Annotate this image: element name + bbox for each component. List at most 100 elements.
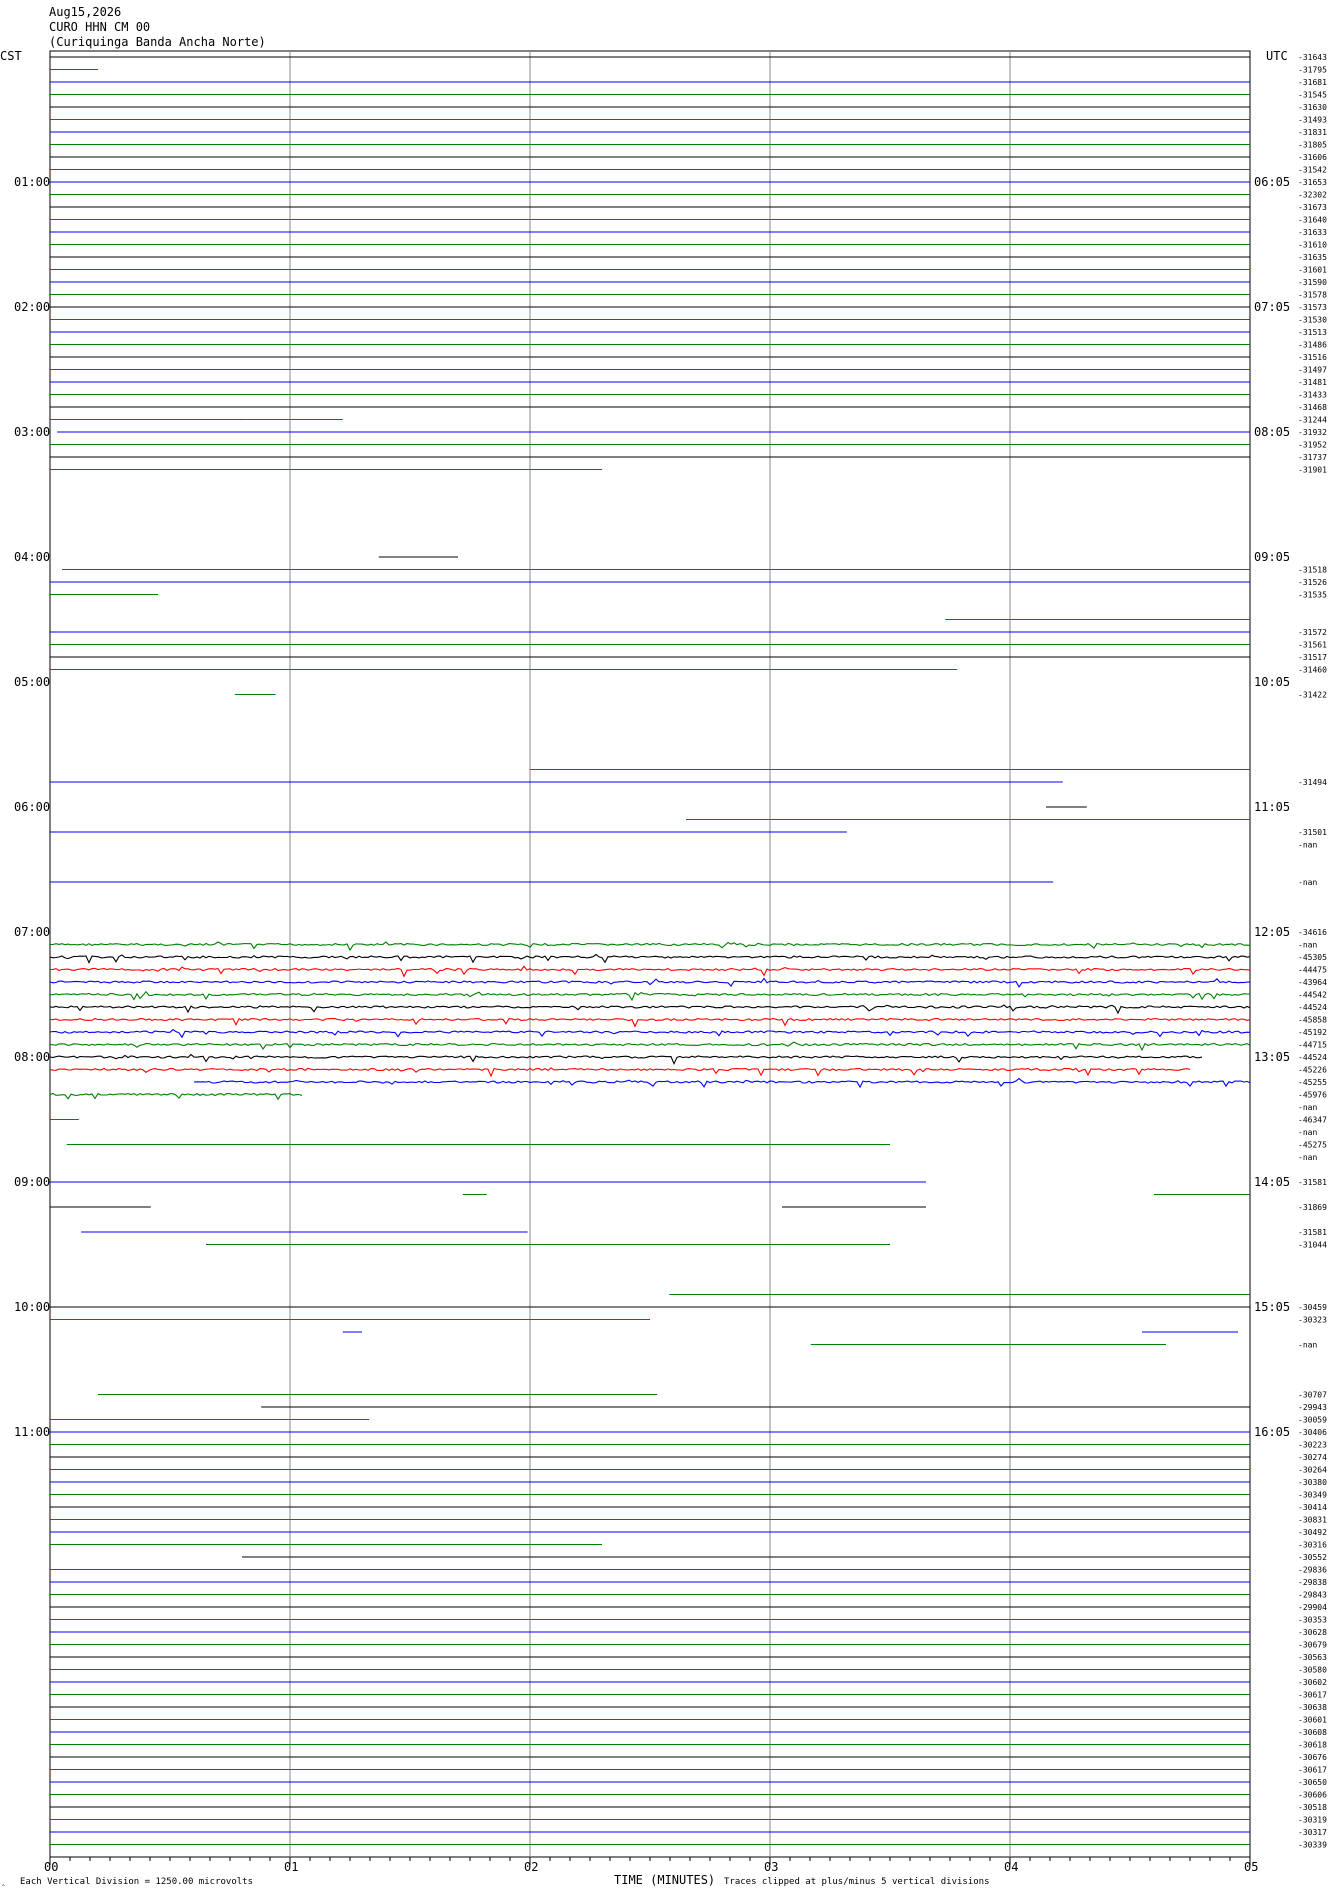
trace-value-label: -31542 [1298,166,1327,175]
left-time-label: 11:00 [14,1425,50,1439]
trace-value-label: -30406 [1298,1428,1327,1437]
trace-value-label: -31653 [1298,178,1327,187]
trace-value-label: -31831 [1298,128,1327,137]
trace-value-label: -30831 [1298,1516,1327,1525]
trace-value-label: -31517 [1298,653,1327,662]
trace-value-label: -nan [1298,1341,1317,1350]
trace-value-label: -44475 [1298,966,1327,975]
trace-value-label: -31044 [1298,1241,1327,1250]
trace-value-label: -45255 [1298,1078,1327,1087]
trace-value-label: -30459 [1298,1303,1327,1312]
trace-value-label: -30349 [1298,1491,1327,1500]
left-timezone-label: CST [0,49,22,63]
trace-value-label: -31952 [1298,441,1327,450]
trace-value-label: -44715 [1298,1041,1327,1050]
trace-value-label: -30580 [1298,1666,1327,1675]
right-time-labels: 06:05 07:05 08:05 09:05 10:05 11:05 12:05 13:05… [1254,175,1290,1439]
trace-80-seg-0 [49,1053,1203,1066]
trace-value-label: -31493 [1298,116,1327,125]
trace-value-label: -31530 [1298,316,1327,325]
trace-72-seg-0 [49,953,1251,965]
trace-value-label: -31737 [1298,453,1327,462]
helicorder-plot: 01:00 02:00 03:00 04:00 05:00 06:00 07:00 08:00… [0,49,1327,1887]
trace-value-label: -31630 [1298,103,1327,112]
trace-value-label: -34616 [1298,928,1327,937]
plot-frame [49,50,1251,1858]
trace-value-label: -45858 [1298,1016,1327,1025]
trace-value-label: -30059 [1298,1416,1327,1425]
x-tick-label: 02 [524,1860,538,1874]
trace-78-seg-0 [49,1028,1251,1039]
trace-83-seg-0 [49,1092,303,1101]
trace-value-label: -43964 [1298,978,1327,987]
trace-value-label: -30518 [1298,1803,1327,1812]
trace-value-label: -31795 [1298,66,1327,75]
right-time-label: 09:05 [1254,550,1290,564]
trace-value-label: -31606 [1298,153,1327,162]
trace-value-label: -30353 [1298,1616,1327,1625]
trace-value-label: -31422 [1298,691,1327,700]
trace-value-label: -31518 [1298,566,1327,575]
trace-value-label: -31468 [1298,403,1327,412]
trace-value-label: -31572 [1298,628,1327,637]
trace-value-label: -30628 [1298,1628,1327,1637]
trace-value-label: -30608 [1298,1728,1327,1737]
trace-value-labels: -31643 -31795 -31681 -31545 -31630 -31493 -318… [1298,53,1327,1850]
left-time-label: 03:00 [14,425,50,439]
trace-value-label: -30380 [1298,1478,1327,1487]
trace-value-label: -44524 [1298,1003,1327,1012]
trace-value-label: -29836 [1298,1566,1327,1575]
trace-value-label: -30638 [1298,1703,1327,1712]
trace-value-label: -31673 [1298,203,1327,212]
left-time-label: 01:00 [14,175,50,189]
seismic-traces [49,56,1251,1846]
trace-value-label: -30492 [1298,1528,1327,1537]
x-tick-label: 01 [284,1860,298,1874]
trace-value-label: -31535 [1298,591,1327,600]
trace-value-label: -45192 [1298,1028,1327,1037]
right-time-label: 06:05 [1254,175,1290,189]
trace-value-label: -31635 [1298,253,1327,262]
right-time-label: 16:05 [1254,1425,1290,1439]
trace-value-label: -29838 [1298,1578,1327,1587]
trace-value-label: -29943 [1298,1403,1327,1412]
trace-value-label: -30316 [1298,1541,1327,1550]
trace-74-seg-0 [49,977,1251,988]
x-tick-label: 04 [1004,1860,1018,1874]
axis-title: TIME (MINUTES) [614,1873,715,1887]
trace-77-seg-0 [49,1017,1251,1028]
trace-value-label: -30617 [1298,1691,1327,1700]
clip-note: Traces clipped at plus/minus 5 vertical … [724,1877,990,1887]
trace-value-label: -44542 [1298,991,1327,1000]
trace-value-label: -30617 [1298,1766,1327,1775]
left-time-labels: 01:00 02:00 03:00 04:00 05:00 06:00 07:00 08:00… [14,175,50,1439]
trace-value-label: -31573 [1298,303,1327,312]
trace-value-label: -45976 [1298,1091,1327,1100]
right-time-label: 11:05 [1254,800,1290,814]
trace-value-label: -31633 [1298,228,1327,237]
trace-value-label: -31433 [1298,391,1327,400]
left-time-label: 10:00 [14,1300,50,1314]
trace-value-label: -30676 [1298,1753,1327,1762]
trace-value-label: -30323 [1298,1316,1327,1325]
trace-value-label: -31869 [1298,1203,1327,1212]
left-time-label: 04:00 [14,550,50,564]
trace-value-label: -31932 [1298,428,1327,437]
trace-value-label: -nan [1298,841,1317,850]
trace-value-label: -45275 [1298,1141,1327,1150]
right-time-label: 15:05 [1254,1300,1290,1314]
trace-value-label: -31581 [1298,1228,1327,1237]
trace-value-label: -nan [1298,878,1317,887]
x-tick-label: 03 [764,1860,778,1874]
left-time-label: 02:00 [14,300,50,314]
trace-value-label: -31497 [1298,366,1327,375]
left-time-label: 09:00 [14,1175,50,1189]
trace-value-label: -31516 [1298,353,1327,362]
right-time-label: 13:05 [1254,1050,1290,1064]
trace-value-label: -46347 [1298,1116,1327,1125]
right-time-label: 10:05 [1254,675,1290,689]
trace-value-label: -31805 [1298,141,1327,150]
x-tick-label: 05 [1244,1860,1258,1874]
trace-75-seg-0 [49,990,1251,1002]
left-time-label: 08:00 [14,1050,50,1064]
